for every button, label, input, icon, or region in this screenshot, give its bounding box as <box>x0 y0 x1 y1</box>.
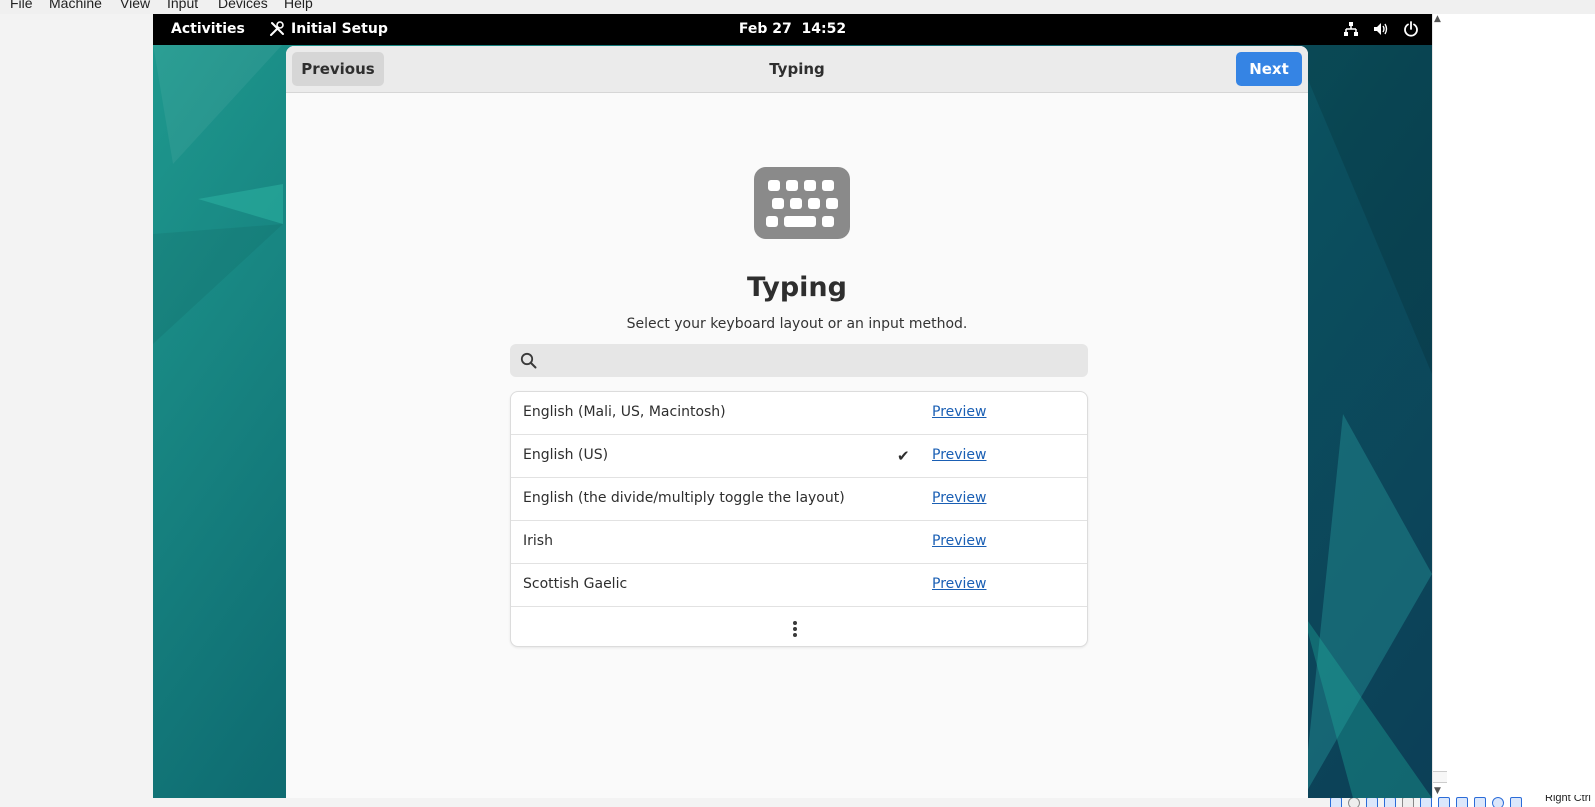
layout-row[interactable]: Irish Preview <box>511 521 1087 564</box>
power-icon[interactable] <box>1402 20 1420 38</box>
activities-button[interactable]: Activities <box>171 21 245 37</box>
preview-link[interactable]: Preview <box>932 533 987 549</box>
more-layouts-row[interactable] <box>511 607 1087 646</box>
network-status-icon[interactable] <box>1384 797 1396 807</box>
host-scrollbar[interactable]: ▲ ▼ <box>1432 14 1447 798</box>
host-menu-help[interactable]: Help <box>284 0 313 11</box>
page-subtitle: Select your keyboard layout or an input … <box>626 316 968 332</box>
layout-row[interactable]: English (the divide/multiply toggle the … <box>511 478 1087 521</box>
layout-list: English (Mali, US, Macintosh) Preview En… <box>510 391 1088 647</box>
layout-label: Scottish Gaelic <box>523 576 628 592</box>
keyboard-icon <box>754 167 850 239</box>
initial-setup-window: Previous Typing Next Typing Select your … <box>286 46 1308 798</box>
search-input[interactable] <box>546 344 1080 379</box>
host-menu-machine[interactable]: Machine <box>49 0 102 11</box>
host-menubar: File Machine View Input Devices Help <box>0 0 1595 14</box>
host-key-label: Right Ctrl <box>1545 795 1591 804</box>
app-menu[interactable]: Initial Setup <box>269 21 388 37</box>
next-button[interactable]: Next <box>1236 52 1302 86</box>
host-menu-file[interactable]: File <box>10 0 33 11</box>
mouse-status-icon[interactable] <box>1492 797 1504 807</box>
layout-label: Irish <box>523 533 553 549</box>
preview-link[interactable]: Preview <box>932 447 987 463</box>
clock-date: Feb 27 <box>738 21 792 37</box>
shared-folder-status-icon[interactable] <box>1420 797 1432 807</box>
host-menu-view[interactable]: View <box>120 0 150 11</box>
more-icon <box>793 621 797 637</box>
layout-row[interactable]: English (Mali, US, Macintosh) Preview <box>511 392 1087 435</box>
headerbar: Previous Typing Next <box>286 46 1308 93</box>
preview-link[interactable]: Preview <box>932 576 987 592</box>
system-tray[interactable] <box>1342 20 1420 38</box>
gnome-topbar: Activities Initial Setup Feb 27 14:52 <box>153 14 1432 45</box>
cpu-status-icon[interactable] <box>1474 797 1486 807</box>
page-title: Typing <box>747 272 847 303</box>
audio-status-icon[interactable] <box>1366 797 1378 807</box>
keyboard-status-icon[interactable] <box>1510 797 1522 807</box>
guest-desktop: Activities Initial Setup Feb 27 14:52 Pr… <box>153 14 1432 798</box>
layout-label: English (US) <box>523 447 609 463</box>
layout-label: English (Mali, US, Macintosh) <box>523 404 726 420</box>
network-icon[interactable] <box>1342 20 1360 38</box>
host-background <box>1432 14 1595 807</box>
tools-icon <box>270 21 284 36</box>
optical-status-icon[interactable] <box>1348 797 1360 807</box>
preview-link[interactable]: Preview <box>932 490 987 506</box>
volume-icon[interactable] <box>1372 20 1390 38</box>
layout-row[interactable]: English (US) ✔ Preview <box>511 435 1087 478</box>
host-menu-devices[interactable]: Devices <box>218 0 268 11</box>
scroll-thumb[interactable] <box>1433 771 1447 783</box>
layout-label: English (the divide/multiply toggle the … <box>523 490 845 506</box>
search-field[interactable] <box>510 344 1088 379</box>
app-name: Initial Setup <box>291 21 388 37</box>
preview-link[interactable]: Preview <box>932 404 987 420</box>
layout-row[interactable]: Scottish Gaelic Preview <box>511 564 1087 607</box>
host-menu-input[interactable]: Input <box>167 0 198 11</box>
recording-status-icon[interactable] <box>1456 797 1468 807</box>
usb-status-icon[interactable] <box>1402 797 1414 807</box>
hdd-status-icon[interactable] <box>1330 797 1342 807</box>
clock-time: 14:52 <box>801 21 847 37</box>
display-status-icon[interactable] <box>1438 797 1450 807</box>
scroll-up-icon[interactable]: ▲ <box>1434 14 1441 24</box>
checkmark-icon: ✔ <box>897 447 910 465</box>
search-icon <box>520 352 537 369</box>
window-title: Typing <box>769 60 825 78</box>
